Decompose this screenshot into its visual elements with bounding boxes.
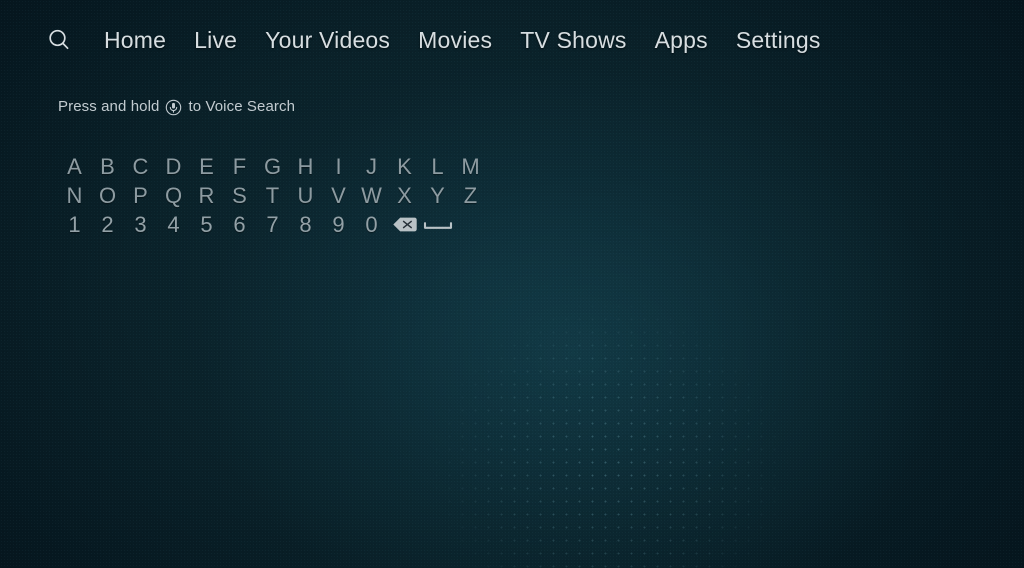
backspace-icon[interactable] [388, 210, 421, 239]
top-navigation-bar: Home Live Your Videos Movies TV Shows Ap… [0, 0, 1024, 80]
key-5[interactable]: 5 [190, 210, 223, 239]
nav-item-tv-shows[interactable]: TV Shows [506, 28, 640, 52]
keyboard-row-letters-2: N O P Q R S T U V W X Y Z [58, 181, 487, 210]
key-g[interactable]: G [256, 152, 289, 181]
key-d[interactable]: D [157, 152, 190, 181]
search-icon[interactable] [44, 25, 74, 55]
key-p[interactable]: P [124, 181, 157, 210]
key-6[interactable]: 6 [223, 210, 256, 239]
key-0[interactable]: 0 [355, 210, 388, 239]
voice-hint-prefix: Press and hold [58, 98, 160, 115]
microphone-icon [165, 99, 182, 116]
key-8[interactable]: 8 [289, 210, 322, 239]
key-e[interactable]: E [190, 152, 223, 181]
key-z[interactable]: Z [454, 181, 487, 210]
space-icon[interactable] [421, 210, 454, 239]
nav-item-live[interactable]: Live [180, 28, 251, 52]
key-l[interactable]: L [421, 152, 454, 181]
key-v[interactable]: V [322, 181, 355, 210]
key-a[interactable]: A [58, 152, 91, 181]
key-f[interactable]: F [223, 152, 256, 181]
key-r[interactable]: R [190, 181, 223, 210]
key-o[interactable]: O [91, 181, 124, 210]
nav-item-apps[interactable]: Apps [641, 28, 722, 52]
key-n[interactable]: N [58, 181, 91, 210]
key-u[interactable]: U [289, 181, 322, 210]
key-h[interactable]: H [289, 152, 322, 181]
key-1[interactable]: 1 [58, 210, 91, 239]
on-screen-keyboard: A B C D E F G H I J K L M N O P Q R S T … [58, 152, 487, 239]
key-k[interactable]: K [388, 152, 421, 181]
key-3[interactable]: 3 [124, 210, 157, 239]
key-w[interactable]: W [355, 181, 388, 210]
nav-item-movies[interactable]: Movies [404, 28, 506, 52]
nav-item-your-videos[interactable]: Your Videos [251, 28, 404, 52]
nav-item-settings[interactable]: Settings [722, 28, 835, 52]
key-s[interactable]: S [223, 181, 256, 210]
key-m[interactable]: M [454, 152, 487, 181]
key-b[interactable]: B [91, 152, 124, 181]
keyboard-row-letters-1: A B C D E F G H I J K L M [58, 152, 487, 181]
nav-item-home[interactable]: Home [90, 28, 180, 52]
key-2[interactable]: 2 [91, 210, 124, 239]
key-4[interactable]: 4 [157, 210, 190, 239]
key-c[interactable]: C [124, 152, 157, 181]
fire-tv-search-screen: Home Live Your Videos Movies TV Shows Ap… [0, 0, 1024, 568]
key-j[interactable]: J [355, 152, 388, 181]
voice-search-hint: Press and hold to Voice Search [58, 98, 296, 116]
key-t[interactable]: T [256, 181, 289, 210]
key-y[interactable]: Y [421, 181, 454, 210]
key-9[interactable]: 9 [322, 210, 355, 239]
key-x[interactable]: X [388, 181, 421, 210]
keyboard-row-numbers: 1 2 3 4 5 6 7 8 9 0 [58, 210, 487, 239]
voice-hint-suffix: to Voice Search [188, 98, 296, 115]
key-q[interactable]: Q [157, 181, 190, 210]
key-7[interactable]: 7 [256, 210, 289, 239]
key-i[interactable]: I [322, 152, 355, 181]
